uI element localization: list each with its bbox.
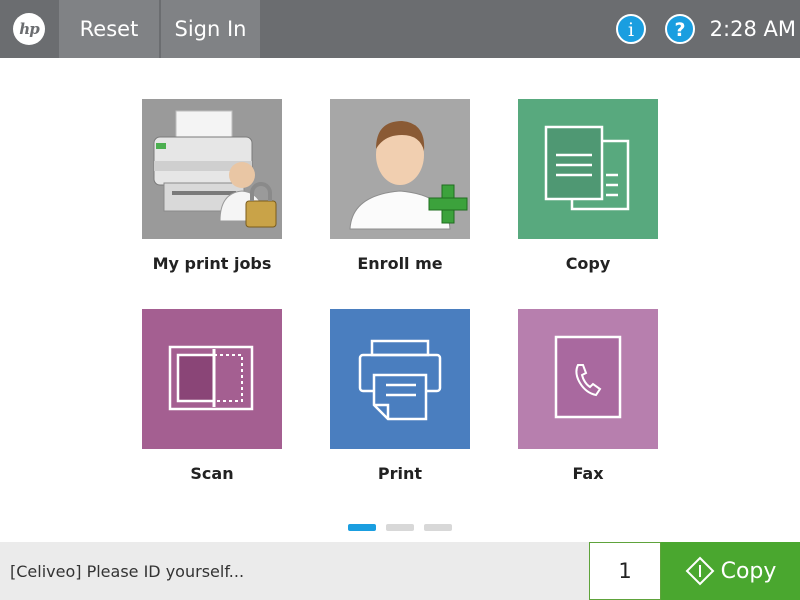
top-bar: hp Reset Sign In i ? 2:28 AM <box>0 0 800 58</box>
reset-button[interactable]: Reset <box>59 0 159 58</box>
info-icon[interactable]: i <box>616 14 646 44</box>
hp-logo-mark: hp <box>13 13 45 45</box>
app-enroll-me[interactable]: Enroll me <box>315 99 485 279</box>
app-label: Print <box>377 464 423 483</box>
status-message: [Celiveo] Please ID yourself... <box>10 561 245 581</box>
app-print[interactable]: Print <box>315 309 485 489</box>
user-add-icon <box>330 99 470 239</box>
app-my-print-jobs[interactable]: My print jobs <box>127 99 297 279</box>
fax-icon <box>518 309 658 449</box>
app-label: My print jobs <box>152 254 272 273</box>
help-icon[interactable]: ? <box>665 14 695 44</box>
start-copy-label: Copy <box>720 558 777 584</box>
app-label: Enroll me <box>357 254 443 273</box>
printer-lock-icon <box>142 99 282 239</box>
clock: 2:28 AM <box>709 17 796 41</box>
bottom-bar: [Celiveo] Please ID yourself... 1 Copy <box>0 542 800 600</box>
app-copy[interactable]: Copy <box>503 99 673 279</box>
page-dot-active[interactable] <box>348 524 376 531</box>
page-dot[interactable] <box>424 524 452 531</box>
hp-logo: hp <box>0 0 58 58</box>
start-copy-button[interactable]: Copy <box>661 542 800 600</box>
start-icon <box>685 556 715 586</box>
page-dot[interactable] <box>386 524 414 531</box>
help-glyph: ? <box>674 19 685 41</box>
info-glyph: i <box>628 19 634 41</box>
sign-in-button[interactable]: Sign In <box>161 0 260 58</box>
app-scan[interactable]: Scan <box>127 309 297 489</box>
app-label: Copy <box>565 254 611 273</box>
print-icon <box>330 309 470 449</box>
page-indicator <box>348 524 458 532</box>
app-label: Scan <box>190 464 234 483</box>
scan-icon <box>142 309 282 449</box>
copies-field[interactable]: 1 <box>589 542 661 600</box>
app-label: Fax <box>572 464 604 483</box>
copy-icon <box>518 99 658 239</box>
app-fax[interactable]: Fax <box>503 309 673 489</box>
